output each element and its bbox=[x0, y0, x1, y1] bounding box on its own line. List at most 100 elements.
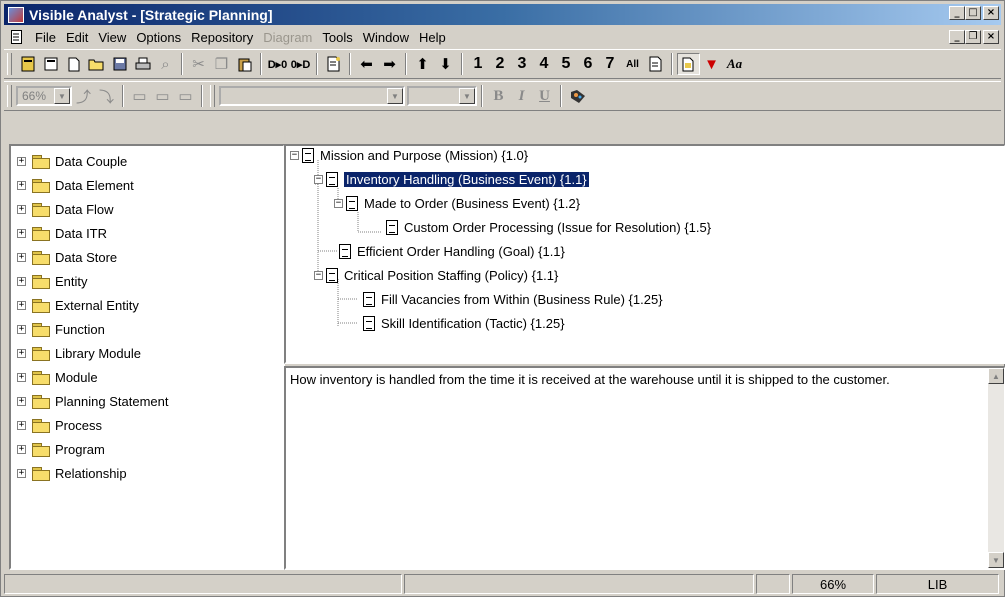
arrow-left-icon[interactable]: ⬅ bbox=[355, 53, 378, 75]
italic-button[interactable]: I bbox=[510, 85, 533, 107]
new-statement-icon[interactable] bbox=[322, 53, 345, 75]
expand-icon[interactable]: + bbox=[17, 420, 26, 430]
find-icon[interactable]: ⌕ bbox=[154, 53, 177, 75]
chevron-down-icon[interactable]: ▼ bbox=[459, 88, 475, 104]
chevron-down-icon[interactable]: ▼ bbox=[54, 88, 70, 104]
expand-icon[interactable]: + bbox=[17, 252, 26, 262]
paste-icon[interactable] bbox=[233, 53, 256, 75]
maximize-button[interactable]: □ bbox=[965, 6, 981, 20]
arrow-down-icon[interactable]: ⬇ bbox=[434, 53, 457, 75]
tree-item-module[interactable]: + Module bbox=[17, 366, 98, 388]
tree-item-data-element[interactable]: + Data Element bbox=[17, 174, 134, 196]
arrow-up-icon[interactable]: ⬆ bbox=[411, 53, 434, 75]
grid-view-1-icon[interactable]: ▭ bbox=[128, 85, 151, 107]
tree-node-critical-position-staffing[interactable]: − Critical Position Staffing (Policy) {1.… bbox=[314, 264, 558, 286]
close-button[interactable]: × bbox=[983, 6, 999, 20]
bold-button[interactable]: B bbox=[487, 85, 510, 107]
planning-statement-tree[interactable]: − Mission and Purpose (Mission) {1.0} − In… bbox=[284, 144, 1005, 364]
app-icon[interactable] bbox=[8, 6, 24, 23]
description-panel[interactable]: How inventory is handled from the time i… bbox=[284, 366, 1005, 570]
toolbar-grip[interactable] bbox=[210, 85, 215, 107]
menu-view[interactable]: View bbox=[93, 30, 131, 45]
toolbar-grip[interactable] bbox=[7, 85, 12, 107]
toolbar-grip[interactable] bbox=[7, 53, 12, 75]
grid-view-3-icon[interactable]: ▭ bbox=[174, 85, 197, 107]
menu-edit[interactable]: Edit bbox=[61, 30, 93, 45]
tree-node-mission[interactable]: − Mission and Purpose (Mission) {1.0} bbox=[290, 144, 528, 166]
tree-node-made-to-order[interactable]: − Made to Order (Business Event) {1.2} bbox=[334, 192, 580, 214]
description-toggle-icon[interactable] bbox=[677, 53, 700, 75]
minimize-button[interactable]: _ bbox=[949, 6, 965, 20]
scroll-up-button[interactable]: ▲ bbox=[988, 368, 1004, 384]
menu-window[interactable]: Window bbox=[358, 30, 414, 45]
tree-node-fill-vacancies[interactable]: Fill Vacancies from Within (Business Rul… bbox=[360, 288, 663, 310]
tree-item-data-couple[interactable]: + Data Couple bbox=[17, 150, 127, 172]
scroll-down-button[interactable]: ▼ bbox=[988, 552, 1004, 568]
font-name-select[interactable]: ▼ bbox=[219, 86, 405, 106]
tree-item-function[interactable]: + Function bbox=[17, 318, 105, 340]
child-minimize-button[interactable]: _ bbox=[949, 30, 965, 44]
menu-diagram[interactable]: Diagram bbox=[258, 30, 317, 45]
level-5-button[interactable]: 5 bbox=[555, 53, 577, 75]
zoom-out-icon[interactable]: ⤵ bbox=[95, 85, 118, 107]
tree-item-entity[interactable]: + Entity bbox=[17, 270, 88, 292]
menu-options[interactable]: Options bbox=[131, 30, 186, 45]
chevron-down-icon[interactable]: ▼ bbox=[387, 88, 403, 104]
menu-tools[interactable]: Tools bbox=[317, 30, 357, 45]
nest-icon[interactable]: 0▸D bbox=[289, 53, 312, 75]
child-restore-button[interactable]: ❐ bbox=[965, 30, 981, 44]
description-text[interactable]: How inventory is handled from the time i… bbox=[290, 372, 890, 387]
save-icon[interactable] bbox=[108, 53, 131, 75]
tree-node-efficient-order-handling[interactable]: Efficient Order Handling (Goal) {1.1} bbox=[336, 240, 565, 262]
expand-icon[interactable]: + bbox=[17, 276, 26, 286]
tree-item-library-module[interactable]: + Library Module bbox=[17, 342, 141, 364]
level-all-button[interactable]: All bbox=[621, 53, 644, 75]
tree-item-data-itr[interactable]: + Data ITR bbox=[17, 222, 107, 244]
open-folder-icon[interactable] bbox=[85, 53, 108, 75]
print-icon[interactable] bbox=[131, 53, 154, 75]
repository-object-tree[interactable]: + Data Couple + Data Element + Data Flow + D… bbox=[9, 144, 285, 570]
tree-item-planning-statement[interactable]: + Planning Statement bbox=[17, 390, 168, 412]
expand-icon[interactable]: + bbox=[17, 396, 26, 406]
decompose-icon[interactable]: D▸0 bbox=[266, 53, 289, 75]
expand-icon[interactable]: + bbox=[17, 348, 26, 358]
expand-icon[interactable]: + bbox=[17, 300, 26, 310]
color-palette-icon[interactable] bbox=[566, 85, 589, 107]
font-icon[interactable]: Aa bbox=[723, 53, 746, 75]
expand-icon[interactable]: + bbox=[17, 324, 26, 334]
expand-icon[interactable]: + bbox=[17, 180, 26, 190]
expand-icon[interactable]: + bbox=[17, 228, 26, 238]
tree-item-process[interactable]: + Process bbox=[17, 414, 102, 436]
repository-icon[interactable] bbox=[16, 53, 39, 75]
new-file-icon[interactable] bbox=[62, 53, 85, 75]
tree-item-data-flow[interactable]: + Data Flow bbox=[17, 198, 114, 220]
level-6-button[interactable]: 6 bbox=[577, 53, 599, 75]
zoom-select[interactable]: 66% ▼ bbox=[16, 86, 72, 106]
copy-icon[interactable]: ❐ bbox=[210, 53, 233, 75]
expand-icon[interactable]: + bbox=[17, 444, 26, 454]
cut-icon[interactable]: ✂ bbox=[187, 53, 210, 75]
expand-icon[interactable]: + bbox=[17, 156, 26, 166]
level-1-button[interactable]: 1 bbox=[467, 53, 489, 75]
collapse-icon[interactable]: − bbox=[290, 150, 299, 160]
tree-node-custom-order-processing[interactable]: Custom Order Processing (Issue for Resol… bbox=[383, 216, 711, 238]
collapse-icon[interactable]: − bbox=[314, 270, 323, 280]
underline-button[interactable]: U bbox=[533, 85, 556, 107]
tree-item-relationship[interactable]: + Relationship bbox=[17, 462, 127, 484]
menu-file[interactable]: File bbox=[30, 30, 61, 45]
zoom-in-icon[interactable]: ⤴ bbox=[72, 85, 95, 107]
level-4-button[interactable]: 4 bbox=[533, 53, 555, 75]
font-size-select[interactable]: ▼ bbox=[407, 86, 477, 106]
title-bar[interactable]: Visible Analyst - [Strategic Planning] _… bbox=[4, 4, 1001, 25]
menu-help[interactable]: Help bbox=[414, 30, 451, 45]
vertical-scrollbar[interactable]: ▲ ▼ bbox=[988, 368, 1004, 568]
level-7-button[interactable]: 7 bbox=[599, 53, 621, 75]
child-close-button[interactable]: × bbox=[983, 30, 999, 44]
tree-node-skill-identification[interactable]: Skill Identification (Tactic) {1.25} bbox=[360, 312, 565, 334]
document-icon[interactable] bbox=[10, 30, 24, 44]
tree-item-program[interactable]: + Program bbox=[17, 438, 105, 460]
tree-item-data-store[interactable]: + Data Store bbox=[17, 246, 117, 268]
level-3-button[interactable]: 3 bbox=[511, 53, 533, 75]
collapse-icon[interactable]: − bbox=[314, 174, 323, 184]
grid-view-2-icon[interactable]: ▭ bbox=[151, 85, 174, 107]
